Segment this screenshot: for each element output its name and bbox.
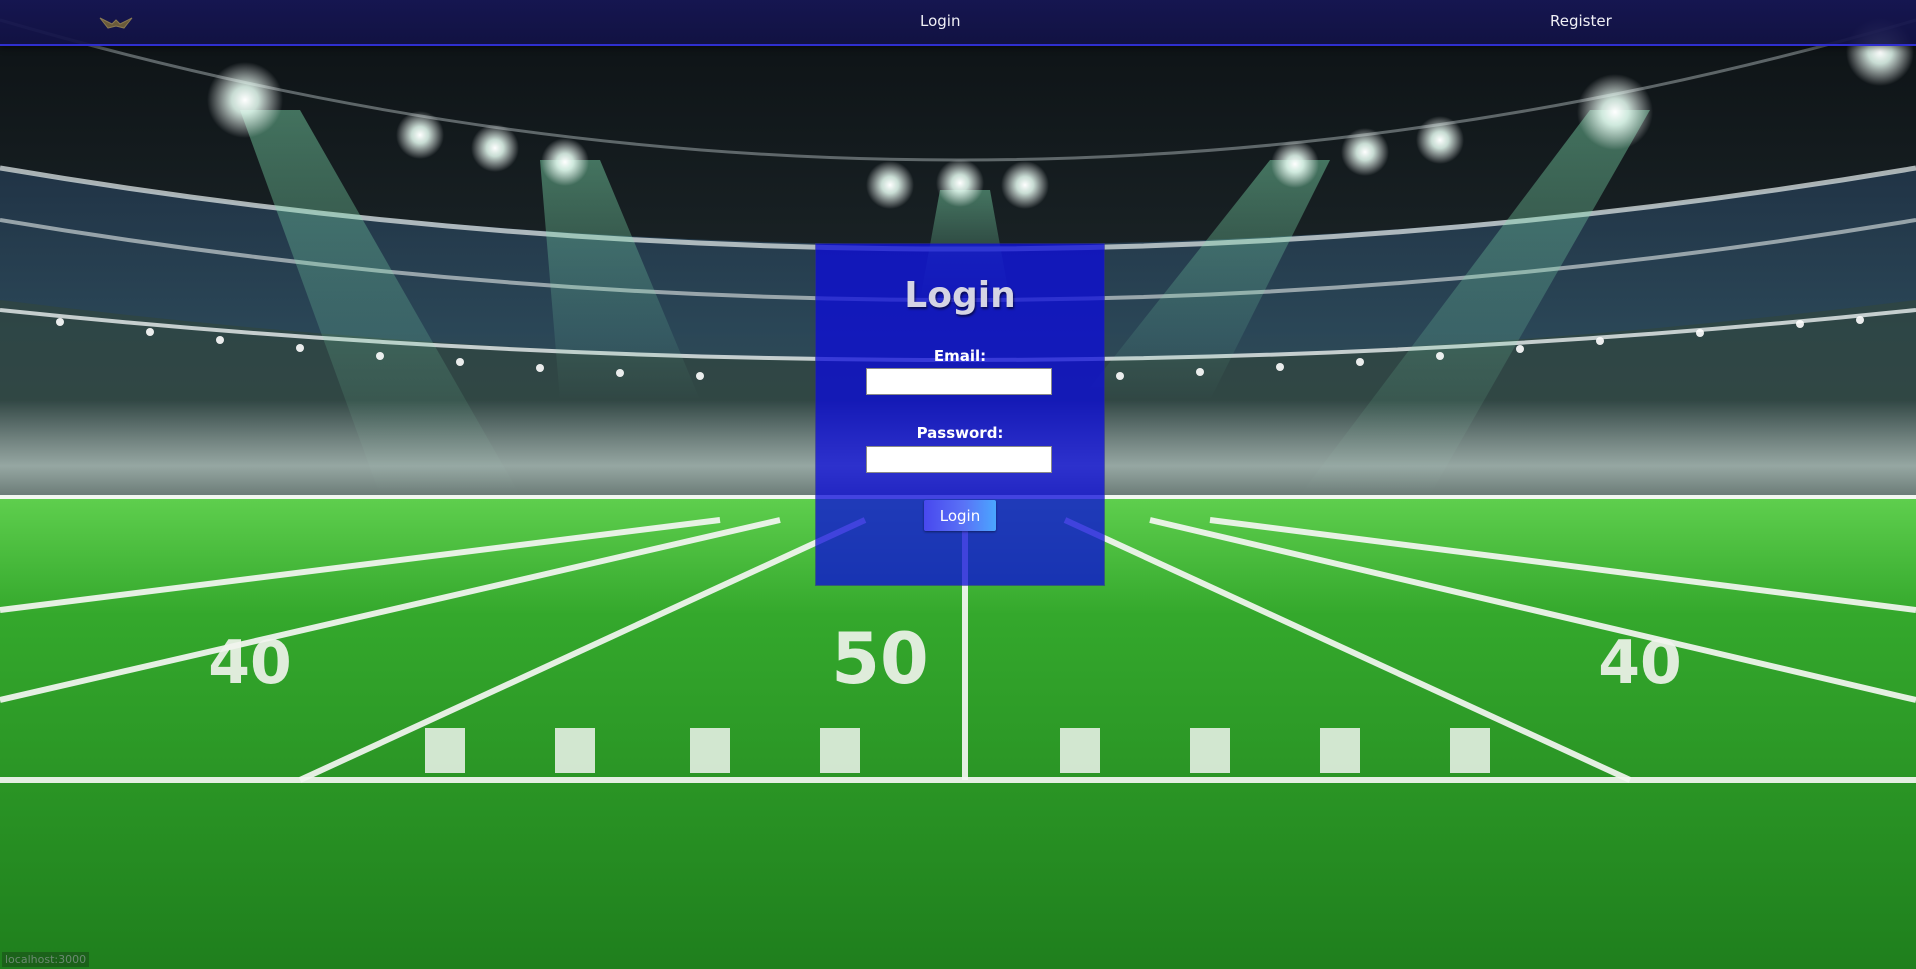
eagle-logo-icon[interactable] <box>96 12 136 36</box>
login-title: Login <box>904 275 1016 316</box>
nav-login-link[interactable]: Login <box>920 12 960 30</box>
email-field[interactable] <box>866 368 1052 395</box>
status-url: localhost:3000 <box>2 952 90 967</box>
yard-number: 40 <box>1598 628 1682 698</box>
top-navbar: Login Register <box>0 0 1916 46</box>
yard-number: 40 <box>208 628 292 698</box>
login-page: 50 40 40 Login Register Login Email: Pas… <box>0 0 1916 969</box>
yard-number: 50 <box>831 618 928 700</box>
password-label: Password: <box>916 424 1004 442</box>
nav-register-link[interactable]: Register <box>1550 12 1612 30</box>
login-form-panel: Login Email: Password: Login <box>816 244 1104 585</box>
login-submit-button[interactable]: Login <box>924 500 996 531</box>
email-label: Email: <box>933 347 987 365</box>
password-field[interactable] <box>866 446 1052 473</box>
